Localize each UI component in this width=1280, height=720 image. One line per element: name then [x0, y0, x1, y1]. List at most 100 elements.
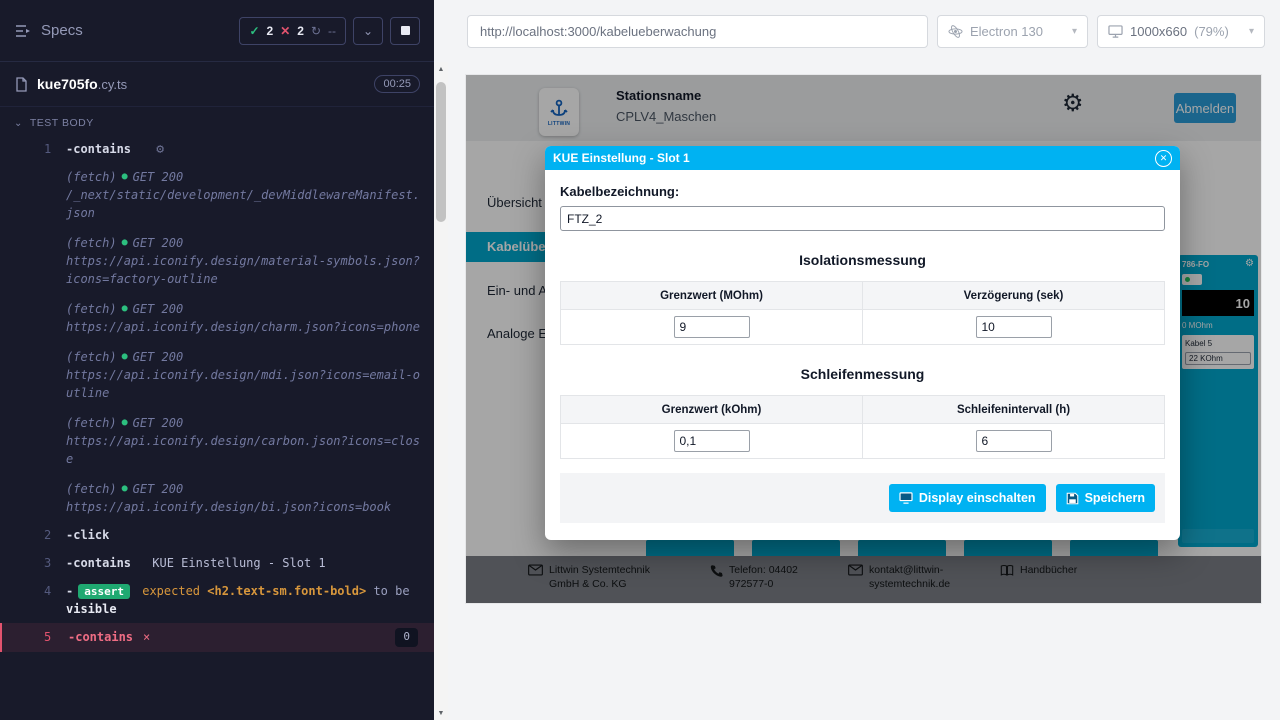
- fetch-status: GET 200: [133, 300, 184, 318]
- fetch-status: GET 200: [133, 168, 184, 186]
- fetch-url: https://api.iconify.design/mdi.json?icon…: [66, 366, 424, 402]
- screen: Specs ✓ 2 ✕ 2 ↻ -- ⌄: [0, 0, 1280, 720]
- fetch-label: (fetch): [66, 348, 117, 366]
- fetch-entry[interactable]: (fetch) ● GET 200 https://api.iconify.de…: [66, 300, 424, 336]
- fetch-status: GET 200: [133, 348, 184, 366]
- command-argument: KUE Einstellung - Slot 1: [152, 556, 325, 570]
- failed-icon: ✕: [280, 24, 290, 38]
- fetch-status: GET 200: [133, 480, 184, 498]
- fetch-entry[interactable]: (fetch) ● GET 200 https://api.iconify.de…: [66, 234, 424, 288]
- fail-x-icon: ×: [143, 628, 150, 647]
- display-icon: [899, 492, 913, 504]
- scrollbar-thumb[interactable]: [436, 82, 446, 222]
- display-on-button[interactable]: Display einschalten: [889, 484, 1046, 512]
- assert-target: <h2.text-sm.font-bold>: [207, 584, 366, 598]
- run-stats[interactable]: ✓ 2 ✕ 2 ↻ --: [239, 17, 346, 45]
- zoom-level: (79%): [1194, 24, 1229, 39]
- command-row[interactable]: 1 -contains ⚙ (fetch) ● GET 200 /_next/s…: [0, 135, 434, 521]
- cypress-reporter: Specs ✓ 2 ✕ 2 ↻ -- ⌄: [0, 0, 434, 720]
- isolation-table: Grenzwert (MOhm) Verzögerung (sek): [560, 281, 1165, 345]
- assert-text: to be: [373, 584, 409, 598]
- fetch-url: https://api.iconify.design/material-symb…: [66, 252, 424, 288]
- url-input[interactable]: [467, 15, 928, 48]
- specs-icon[interactable]: [14, 22, 32, 40]
- command-contains[interactable]: -contains: [66, 556, 131, 570]
- assert-expected: expected: [142, 584, 200, 598]
- stop-run-button[interactable]: [390, 17, 420, 45]
- status-dot-icon: ●: [122, 415, 128, 430]
- match-count-badge: 0: [395, 628, 418, 647]
- iso-delay-input[interactable]: [976, 316, 1052, 338]
- chevron-down-icon: ⌄: [14, 118, 23, 129]
- test-body-header[interactable]: ⌄ TEST BODY: [0, 107, 434, 135]
- spec-name: kue705fo: [37, 76, 98, 92]
- assert-badge: assert: [78, 584, 130, 599]
- line-number: 1: [0, 140, 66, 516]
- loop-interval-input[interactable]: [976, 430, 1052, 452]
- failed-command-row[interactable]: 5 -contains × 0: [0, 623, 434, 652]
- fetch-entry[interactable]: (fetch) ● GET 200 https://api.iconify.de…: [66, 480, 424, 516]
- electron-icon: [948, 24, 963, 39]
- chevron-down-icon: ▾: [1072, 26, 1077, 37]
- app-under-test: LITTWIN Stationsname CPLV4_Maschen ⚙ Abm…: [466, 75, 1261, 603]
- loop-section-title: Schleifenmessung: [560, 366, 1165, 382]
- spec-file-row[interactable]: kue705fo .cy.ts 00:25: [0, 62, 434, 107]
- collapse-button[interactable]: ⌄: [353, 17, 383, 45]
- scroll-up-icon[interactable]: ▲: [434, 62, 448, 76]
- fetch-url: https://api.iconify.design/charm.json?ic…: [66, 318, 424, 336]
- scroll-down-icon[interactable]: ▼: [434, 706, 448, 720]
- status-dot-icon: ●: [122, 169, 128, 184]
- modal-header: KUE Einstellung - Slot 1 ✕: [545, 146, 1180, 170]
- pending-icon: ↻: [311, 24, 321, 38]
- loop-col2-header: Schleifenintervall (h): [863, 396, 1165, 424]
- status-dot-icon: ●: [122, 301, 128, 316]
- command-row[interactable]: 3 -contains KUE Einstellung - Slot 1: [0, 549, 434, 577]
- fetch-entry[interactable]: (fetch) ● GET 200 /_next/static/developm…: [66, 168, 424, 222]
- assert-visible: visible: [66, 602, 117, 616]
- fetch-entry[interactable]: (fetch) ● GET 200 https://api.iconify.de…: [66, 348, 424, 402]
- failed-count: 2: [297, 24, 304, 38]
- chevron-down-icon: ▾: [1249, 26, 1254, 37]
- fetch-label: (fetch): [66, 234, 117, 252]
- modal-title: KUE Einstellung - Slot 1: [553, 151, 690, 165]
- loop-table: Grenzwert (kOhm) Schleifenintervall (h): [560, 395, 1165, 459]
- status-dot-icon: ●: [122, 481, 128, 496]
- fetch-entry[interactable]: (fetch) ● GET 200 https://api.iconify.de…: [66, 414, 424, 468]
- gear-icon[interactable]: ⚙: [156, 142, 164, 157]
- assert-dash: -: [66, 584, 73, 598]
- isolation-section-title: Isolationsmessung: [560, 252, 1165, 268]
- command-contains[interactable]: -contains: [66, 142, 131, 156]
- viewport-select[interactable]: 1000x660 (79%) ▾: [1097, 15, 1265, 48]
- browser-select[interactable]: Electron 130 ▾: [937, 15, 1088, 48]
- fetch-label: (fetch): [66, 414, 117, 432]
- loop-limit-input[interactable]: [674, 430, 750, 452]
- fetch-url: https://api.iconify.design/bi.json?icons…: [66, 498, 424, 516]
- display-on-label: Display einschalten: [919, 491, 1036, 505]
- specs-label[interactable]: Specs: [41, 22, 83, 39]
- fetch-label: (fetch): [66, 300, 117, 318]
- stop-icon: [401, 26, 410, 35]
- spec-timer: 00:25: [374, 75, 420, 93]
- close-icon[interactable]: ✕: [1155, 150, 1172, 167]
- command-contains-failed[interactable]: -contains: [68, 628, 133, 647]
- save-floppy-icon: [1066, 492, 1079, 505]
- command-click[interactable]: -click: [66, 528, 109, 542]
- passed-count: 2: [267, 24, 274, 38]
- kue-settings-modal: KUE Einstellung - Slot 1 ✕ Kabelbezeichn…: [545, 146, 1180, 540]
- line-number: 5: [2, 628, 68, 647]
- chevron-down-icon: ⌄: [363, 24, 373, 38]
- save-button[interactable]: Speichern: [1056, 484, 1155, 512]
- command-row[interactable]: 2 -click: [0, 521, 434, 549]
- fetch-url: /_next/static/development/_devMiddleware…: [66, 186, 424, 222]
- iso-col2-header: Verzögerung (sek): [863, 282, 1165, 310]
- passed-icon: ✓: [249, 24, 259, 38]
- iso-limit-input[interactable]: [674, 316, 750, 338]
- assert-row[interactable]: 4 -assert expected <h2.text-sm.font-bold…: [0, 577, 434, 624]
- cable-name-input[interactable]: [560, 206, 1165, 231]
- save-label: Speichern: [1085, 491, 1145, 505]
- fetch-status: GET 200: [133, 234, 184, 252]
- line-number: 4: [0, 582, 66, 619]
- iso-col1-header: Grenzwert (MOhm): [561, 282, 863, 310]
- reporter-scrollbar[interactable]: ▲ ▼: [434, 62, 448, 720]
- loop-col1-header: Grenzwert (kOhm): [561, 396, 863, 424]
